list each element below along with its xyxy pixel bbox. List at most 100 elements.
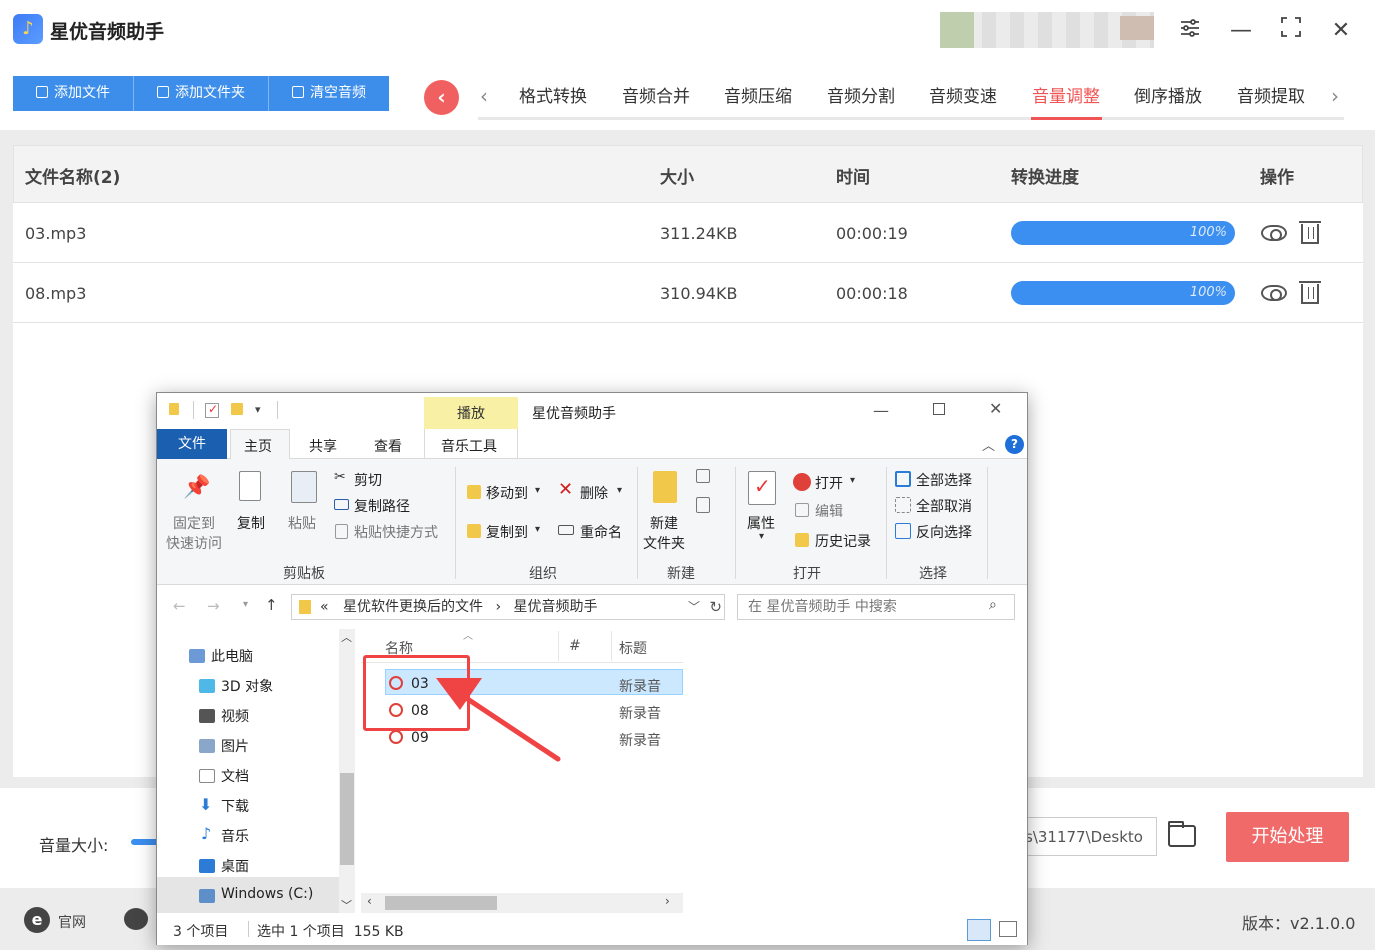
- col-header-ops: 操作: [1260, 168, 1294, 188]
- chat-icon[interactable]: [124, 908, 148, 930]
- tab-audio-extract[interactable]: 音频提取: [1237, 82, 1305, 107]
- properties-check-icon[interactable]: ✓: [205, 402, 219, 418]
- history-button[interactable]: 历史记录: [815, 531, 871, 551]
- nav-item-documents[interactable]: 文档: [221, 766, 249, 786]
- ribbon-tab-home[interactable]: 主页: [244, 436, 272, 456]
- tab-volume-adjust[interactable]: 音量调整: [1032, 82, 1100, 107]
- context-tab-play[interactable]: 播放: [424, 397, 518, 429]
- details-view-icon[interactable]: [967, 919, 991, 941]
- back-arrow-icon[interactable]: ←: [173, 597, 186, 615]
- add-file-button[interactable]: 添加文件: [13, 76, 134, 111]
- address-part-2[interactable]: 星优音频助手: [514, 599, 598, 615]
- address-dropdown-icon[interactable]: ﹀: [688, 595, 700, 619]
- settings-icon[interactable]: [1175, 16, 1205, 46]
- invert-select-button[interactable]: 反向选择: [916, 522, 972, 542]
- large-icons-view-icon[interactable]: [999, 921, 1017, 937]
- easy-access-icon[interactable]: [696, 497, 710, 513]
- explorer-maximize-icon[interactable]: [933, 403, 945, 415]
- website-link[interactable]: 官网: [58, 912, 86, 932]
- ribbon-tab-music-tools[interactable]: 音乐工具: [441, 436, 497, 456]
- close-icon[interactable]: ✕: [1326, 16, 1356, 46]
- recent-dropdown-icon[interactable]: ▾: [243, 599, 248, 610]
- hscroll-left-icon[interactable]: ‹: [367, 894, 372, 908]
- nav-item-3d-objects[interactable]: 3D 对象: [221, 676, 273, 696]
- website-e-icon[interactable]: e: [24, 907, 50, 933]
- forward-arrow-icon[interactable]: →: [207, 597, 220, 615]
- nav-item-music[interactable]: 音乐: [221, 826, 249, 846]
- delete-dropdown-icon[interactable]: ▾: [617, 485, 622, 496]
- cut-button[interactable]: 剪切: [354, 470, 382, 490]
- maximize-icon[interactable]: [1276, 16, 1306, 46]
- pin-quick-access-button[interactable]: 固定到: [173, 513, 215, 533]
- paste-button[interactable]: 粘贴: [288, 513, 316, 533]
- start-process-button[interactable]: 开始处理: [1226, 812, 1349, 862]
- scroll-down-icon[interactable]: ﹀: [341, 897, 352, 913]
- hscroll-right-icon[interactable]: ›: [665, 894, 670, 908]
- clear-audio-button[interactable]: 清空音频: [269, 76, 389, 111]
- back-circle-icon[interactable]: ‹: [424, 80, 459, 115]
- ribbon-tab-view[interactable]: 查看: [374, 436, 402, 456]
- nav-item-videos[interactable]: 视频: [221, 706, 249, 726]
- folder-open-icon[interactable]: [1168, 821, 1196, 847]
- nav-item-desktop[interactable]: 桌面: [221, 856, 249, 876]
- explorer-minimize-icon[interactable]: —: [873, 401, 889, 420]
- list-col-number[interactable]: #: [569, 638, 581, 654]
- nav-scroll-thumb[interactable]: [340, 773, 354, 865]
- search-input[interactable]: 在 星优音频助手 中搜索: [737, 594, 1015, 620]
- minimize-icon[interactable]: —: [1226, 16, 1256, 46]
- list-col-title[interactable]: 标题: [619, 638, 647, 658]
- tabs-right-arrow-icon[interactable]: ›: [1331, 84, 1339, 108]
- app-logo-icon: ♪: [13, 14, 43, 44]
- nav-item-downloads[interactable]: 下载: [221, 796, 249, 816]
- ribbon-collapse-icon[interactable]: ︿: [982, 435, 995, 454]
- qa-dropdown-icon[interactable]: ▾: [255, 403, 261, 416]
- open-button[interactable]: 打开: [815, 473, 843, 493]
- new-item-icon[interactable]: [696, 469, 710, 483]
- tab-format-convert[interactable]: 格式转换: [519, 82, 587, 107]
- preview-eye-icon[interactable]: [1261, 225, 1287, 241]
- edit-button[interactable]: 编辑: [815, 501, 843, 521]
- move-to-dropdown-icon[interactable]: ▾: [535, 485, 540, 496]
- copy-button[interactable]: 复制: [237, 513, 265, 533]
- address-part-1[interactable]: 星优软件更换后的文件: [343, 599, 483, 615]
- tab-audio-merge[interactable]: 音频合并: [622, 82, 690, 107]
- copy-path-button[interactable]: 复制路径: [354, 496, 410, 516]
- copy-to-button[interactable]: 复制到: [486, 522, 528, 542]
- select-all-button[interactable]: 全部选择: [916, 470, 972, 490]
- add-folder-button[interactable]: 添加文件夹: [134, 76, 269, 111]
- help-icon[interactable]: ?: [1005, 435, 1024, 454]
- tab-audio-compress[interactable]: 音频压缩: [724, 82, 792, 107]
- paste-shortcut-button[interactable]: 粘贴快捷方式: [354, 522, 438, 542]
- preview-eye-icon[interactable]: [1261, 285, 1287, 301]
- nav-scrollbar[interactable]: [339, 629, 355, 913]
- tab-audio-speed[interactable]: 音频变速: [929, 82, 997, 107]
- new-folder-qa-icon[interactable]: [231, 403, 243, 419]
- volume-label: 音量大小:: [39, 836, 109, 855]
- properties-button[interactable]: 属性: [747, 513, 775, 533]
- address-bar[interactable]: « 星优软件更换后的文件 › 星优音频助手 ﹀ ↻: [291, 594, 725, 620]
- delete-trash-icon[interactable]: [1299, 221, 1321, 244]
- ribbon-tab-file[interactable]: 文件: [157, 429, 227, 459]
- scroll-up-icon[interactable]: ︿: [341, 629, 352, 645]
- delete-trash-icon[interactable]: [1299, 281, 1321, 304]
- new-folder-button[interactable]: 新建: [650, 513, 678, 533]
- refresh-icon[interactable]: ↻: [709, 595, 722, 619]
- copy-to-dropdown-icon[interactable]: ▾: [535, 524, 540, 535]
- move-to-button[interactable]: 移动到: [486, 483, 528, 503]
- tab-audio-split[interactable]: 音频分割: [827, 82, 895, 107]
- nav-item-windows-c[interactable]: Windows (C:): [221, 886, 313, 902]
- nav-item-pictures[interactable]: 图片: [221, 736, 249, 756]
- properties-dropdown-icon[interactable]: ▾: [759, 531, 764, 542]
- delete-button[interactable]: 删除: [580, 483, 608, 503]
- rename-button[interactable]: 重命名: [580, 522, 622, 542]
- tab-reverse-play[interactable]: 倒序播放: [1134, 82, 1202, 107]
- up-arrow-icon[interactable]: ↑: [265, 596, 278, 614]
- open-dropdown-icon[interactable]: ▾: [850, 475, 855, 486]
- list-hscroll-thumb[interactable]: [385, 896, 497, 910]
- select-none-button[interactable]: 全部取消: [916, 496, 972, 516]
- nav-item-this-pc[interactable]: 此电脑: [211, 646, 253, 666]
- user-avatar[interactable]: [940, 12, 1154, 48]
- explorer-close-icon[interactable]: ✕: [989, 399, 1002, 418]
- ribbon-tab-share[interactable]: 共享: [309, 436, 337, 456]
- search-icon: ⌕: [989, 597, 997, 613]
